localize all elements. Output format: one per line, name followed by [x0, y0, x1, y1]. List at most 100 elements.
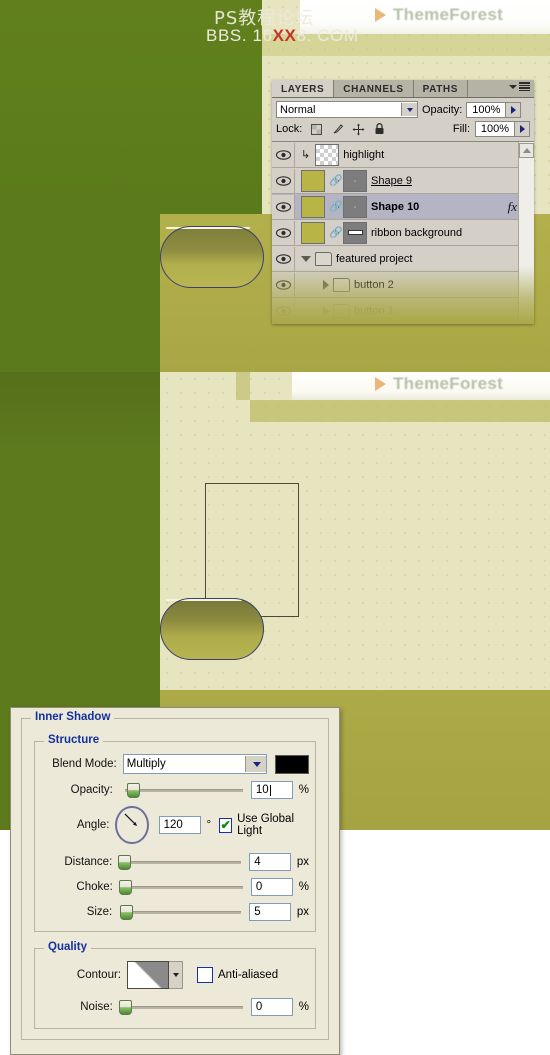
blend-mode-dropdown[interactable]: Multiply: [122, 754, 267, 774]
anti-aliased-checkbox[interactable]: [197, 967, 213, 983]
layer-body-featured-project[interactable]: featured project: [295, 246, 534, 271]
opacity-control[interactable]: 100%: [466, 101, 522, 118]
vector-mask-thumbnail-shape-9[interactable]: [343, 169, 367, 192]
distance-input-value: 4: [254, 856, 261, 868]
layer-list[interactable]: ↳ highlight 🔗 Shape 9 🔗 Shape 10 fx 🔗 ri…: [272, 141, 534, 324]
panel-menu-icon[interactable]: [509, 82, 530, 91]
opacity-label: Opacity:: [422, 103, 463, 116]
layer-row-ribbon-background[interactable]: 🔗 ribbon background: [272, 220, 534, 246]
all-lock-icon[interactable]: [373, 123, 386, 136]
eye-icon-shape-9[interactable]: [272, 168, 295, 193]
play-triangle-icon: [375, 8, 386, 22]
tab-paths[interactable]: PATHS: [413, 80, 469, 97]
noise-slider[interactable]: [118, 999, 243, 1015]
use-global-light-control[interactable]: ✔ Use Global Light: [219, 813, 309, 837]
brush-lock-icon[interactable]: [331, 123, 344, 136]
choke-unit: %: [298, 881, 309, 893]
link-icon-ribbon-background[interactable]: 🔗: [329, 226, 343, 239]
opacity-slider-arrow-icon[interactable]: [506, 101, 522, 118]
link-icon-shape-10[interactable]: 🔗: [329, 200, 343, 213]
angle-dial[interactable]: [115, 806, 149, 844]
layer-name-button-1[interactable]: button 1: [354, 305, 394, 317]
link-icon-shape-9[interactable]: 🔗: [329, 174, 343, 187]
tab-layers[interactable]: LAYERS: [272, 80, 335, 97]
layer-name-highlight[interactable]: highlight: [343, 149, 384, 161]
layer-body-shape-9[interactable]: 🔗 Shape 9: [295, 168, 534, 193]
eye-icon-ribbon-background[interactable]: [272, 220, 295, 245]
choke-input[interactable]: 0: [250, 878, 293, 896]
layers-panel[interactable]: LAYERS CHANNELS PATHS Normal Opacity: 10…: [272, 80, 534, 324]
layer-row-button-1[interactable]: button 1: [272, 298, 534, 324]
layer-row-highlight[interactable]: ↳ highlight: [272, 142, 534, 168]
fill-value[interactable]: 100%: [475, 121, 515, 137]
layer-row-shape-10[interactable]: 🔗 Shape 10 fx: [272, 194, 534, 220]
layer-list-scrollbar[interactable]: [518, 142, 534, 324]
opacity-input[interactable]: 10: [250, 781, 293, 799]
eye-icon-button-1[interactable]: [272, 298, 295, 323]
vector-mask-thumbnail-ribbon-background[interactable]: [343, 221, 367, 244]
blend-mode-chevron-icon[interactable]: [401, 103, 417, 116]
blend-mode-select[interactable]: Normal: [276, 101, 418, 118]
layer-row-shape-9[interactable]: 🔗 Shape 9: [272, 168, 534, 194]
shadow-color-swatch[interactable]: [274, 754, 309, 774]
fill-control[interactable]: 100%: [475, 121, 530, 137]
layer-name-ribbon-background[interactable]: ribbon background: [371, 227, 462, 239]
contour-picker[interactable]: [127, 961, 183, 989]
fill-label: Fill:: [452, 123, 470, 135]
blend-mode-label: Blend Mode:: [52, 758, 117, 770]
scroll-up-arrow-icon[interactable]: [519, 143, 534, 158]
use-global-light-checkbox[interactable]: ✔: [219, 817, 233, 833]
layer-body-shape-10[interactable]: 🔗 Shape 10 fx: [295, 194, 534, 219]
layer-name-shape-9[interactable]: Shape 9: [371, 175, 412, 187]
disclosure-triangle-open-icon[interactable]: [301, 255, 311, 262]
slider-thumb-distance[interactable]: [118, 854, 132, 870]
noise-input[interactable]: 0: [250, 998, 293, 1016]
eye-icon-featured-project[interactable]: [272, 246, 295, 271]
noise-label: Noise:: [80, 1001, 113, 1013]
inner-shadow-dialog[interactable]: Inner Shadow Structure Blend Mode: Multi…: [10, 707, 340, 1055]
distance-slider[interactable]: [118, 854, 242, 870]
slider-thumb-size[interactable]: [120, 904, 134, 920]
slider-thumb-choke[interactable]: [118, 879, 132, 895]
eye-icon-button-2[interactable]: [272, 272, 295, 297]
layer-body-ribbon-background[interactable]: 🔗 ribbon background: [295, 220, 534, 245]
angle-input[interactable]: 120: [158, 816, 201, 834]
layer-body-highlight[interactable]: ↳ highlight: [295, 142, 534, 167]
layer-body-button-1[interactable]: button 1: [295, 298, 534, 323]
lock-icons-group[interactable]: [310, 123, 386, 136]
move-lock-icon[interactable]: [352, 123, 365, 136]
layer-row-button-2[interactable]: button 2: [272, 272, 534, 298]
layer-name-featured-project[interactable]: featured project: [336, 253, 412, 265]
chevron-down-icon-contour[interactable]: [169, 961, 183, 989]
distance-input[interactable]: 4: [249, 853, 291, 871]
layer-thumbnail-ribbon-background[interactable]: [301, 221, 325, 244]
choke-slider[interactable]: [118, 879, 243, 895]
layer-name-button-2[interactable]: button 2: [354, 279, 394, 291]
tab-channels[interactable]: CHANNELS: [334, 80, 414, 97]
eye-icon-highlight[interactable]: [272, 142, 295, 167]
disclosure-triangle-closed-icon-button-1[interactable]: [323, 305, 329, 316]
fill-slider-arrow-icon[interactable]: [515, 121, 530, 137]
contour-preview[interactable]: [127, 961, 169, 989]
layer-row-featured-project[interactable]: featured project: [272, 246, 534, 272]
layer-body-button-2[interactable]: button 2: [295, 272, 534, 297]
layer-thumbnail-highlight[interactable]: [315, 143, 340, 166]
fx-icon[interactable]: fx: [508, 199, 517, 215]
choke-label: Choke:: [76, 881, 113, 893]
layer-thumbnail-shape-10[interactable]: [301, 195, 325, 218]
opacity-value[interactable]: 100%: [466, 101, 507, 118]
size-input[interactable]: 5: [249, 903, 291, 921]
contour-row: Contour: Anti-aliased: [41, 961, 309, 989]
disclosure-triangle-closed-icon-button-2[interactable]: [323, 279, 329, 290]
size-slider[interactable]: [118, 904, 242, 920]
watermark-bbs-highlight: XX: [272, 26, 297, 45]
chevron-down-icon-blend[interactable]: [244, 756, 266, 772]
slider-thumb-noise[interactable]: [118, 999, 132, 1015]
slider-thumb-opacity[interactable]: [126, 782, 140, 798]
layer-name-shape-10[interactable]: Shape 10: [371, 201, 419, 213]
opacity-slider[interactable]: [119, 782, 243, 798]
eye-icon-shape-10[interactable]: [272, 194, 295, 219]
transparency-lock-icon[interactable]: [310, 123, 323, 136]
layer-thumbnail-shape-9[interactable]: [301, 169, 325, 192]
vector-mask-thumbnail-shape-10[interactable]: [343, 195, 367, 218]
